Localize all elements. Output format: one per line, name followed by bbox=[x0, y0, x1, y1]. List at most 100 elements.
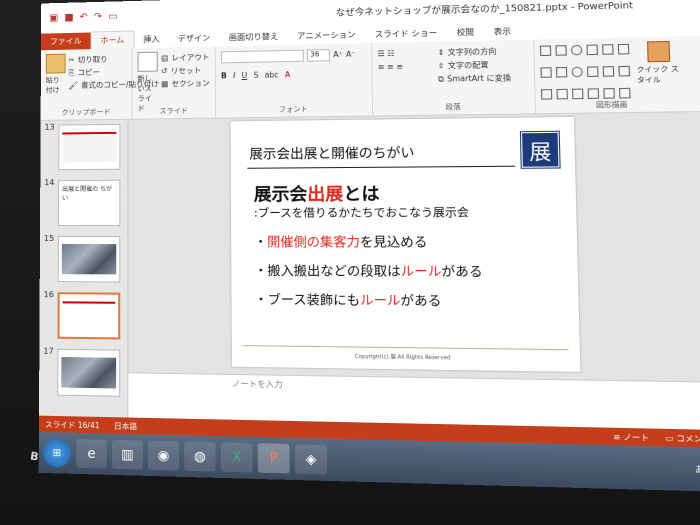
start-from-beginning-icon[interactable]: ▭ bbox=[108, 11, 117, 22]
bullet-item[interactable]: ・搬入搬出などの段取はルールがある bbox=[254, 260, 483, 281]
grow-font-icon[interactable]: A⁺ bbox=[333, 50, 343, 59]
font-size-input[interactable]: 36 bbox=[306, 48, 331, 62]
app-icon[interactable]: ◈ bbox=[294, 444, 328, 475]
paste-button[interactable]: 貼り付け bbox=[45, 53, 66, 116]
new-slide-button[interactable]: 新しいスライド bbox=[137, 51, 159, 115]
ie-icon[interactable]: e bbox=[76, 438, 107, 469]
exhibition-logo: 展 bbox=[519, 130, 561, 169]
scissors-icon: ✂ bbox=[68, 55, 75, 65]
font-color-icon[interactable]: A bbox=[285, 70, 290, 79]
drawing-group-label: 図形描画 bbox=[595, 100, 628, 110]
photo-image bbox=[61, 356, 117, 389]
slide-thumbnail-16[interactable] bbox=[57, 292, 121, 340]
new-slide-icon bbox=[137, 51, 158, 72]
align-icon[interactable]: ≡ ≡ ≡ bbox=[378, 59, 432, 73]
tab-home[interactable]: ホーム bbox=[90, 30, 135, 50]
comment-icon: ▭ bbox=[665, 432, 677, 443]
notes-placeholder: ノートを入力 bbox=[231, 379, 283, 390]
save-icon[interactable]: ■ bbox=[64, 12, 73, 23]
paragraph-group-label: 段落 bbox=[445, 102, 461, 112]
layout-icon: ▤ bbox=[161, 53, 169, 63]
notes-icon: ≡ bbox=[613, 431, 624, 442]
thumbnail-row[interactable]: 17 bbox=[43, 347, 124, 397]
slides-group-label: スライド bbox=[159, 106, 188, 116]
chrome-icon[interactable]: ◉ bbox=[147, 440, 180, 471]
clipboard-group: 貼り付け ✂ 切り取り ⎘ コピー 🖌 書式のコピー/貼り付け クリップボード bbox=[40, 48, 159, 120]
tab-review[interactable]: 校閲 bbox=[447, 23, 484, 41]
slide-subline[interactable]: :ブースを借りるかたちでおこなう展示会 bbox=[254, 204, 469, 221]
strikethrough-icon[interactable]: abc bbox=[265, 70, 279, 79]
section-button[interactable]: ▦ セクション bbox=[161, 77, 210, 91]
window-title: なぜ今ネットショップが展示会なのか_150821.pptx - PowerPoi… bbox=[335, 0, 634, 19]
undo-icon[interactable]: ↶ bbox=[80, 11, 88, 22]
slides-group: 新しいスライド ▤ レイアウト ↺ リセット ▦ セクション スライド bbox=[132, 46, 217, 119]
font-name-input[interactable] bbox=[220, 49, 304, 63]
copy-icon: ⎘ bbox=[68, 67, 75, 77]
slide-counter: スライド 16/41 bbox=[44, 419, 100, 430]
brush-icon: 🖌 bbox=[68, 80, 78, 90]
layout-button[interactable]: ▤ レイアウト bbox=[161, 51, 209, 65]
slide-heading[interactable]: 展示会出展とは bbox=[254, 179, 380, 205]
photo-image bbox=[61, 244, 117, 275]
slide-editor: 展示会出展と開催のちがい 展 展示会出展とは :ブースを借りるかたちでおこなう展… bbox=[128, 111, 700, 449]
explorer-icon[interactable]: ▥ bbox=[111, 439, 143, 470]
excel-icon[interactable]: X bbox=[220, 442, 253, 473]
comments-button[interactable]: ▭ コメント bbox=[665, 432, 700, 445]
powerpoint-taskbar-icon[interactable]: P bbox=[257, 443, 290, 474]
current-slide[interactable]: 展示会出展と開催のちがい 展 展示会出展とは :ブースを借りるかたちでおこなう展… bbox=[230, 116, 581, 372]
reset-icon: ↺ bbox=[161, 66, 168, 76]
slide-footer: Copyright(c) 展 All Rights Reserved bbox=[355, 353, 451, 362]
reset-button[interactable]: ↺ リセット bbox=[161, 64, 210, 78]
notes-button[interactable]: ≡ ノート bbox=[613, 430, 649, 443]
shadow-icon[interactable]: S bbox=[253, 71, 258, 80]
underline-icon[interactable]: U bbox=[242, 71, 248, 80]
slide-thumbnails-pane[interactable]: 13 14 出展と開催の ちがい 15 16 17 bbox=[38, 119, 129, 435]
section-icon: ▦ bbox=[161, 79, 169, 89]
tab-design[interactable]: デザイン bbox=[169, 29, 220, 47]
smartart-button[interactable]: ⧉ SmartArt に変換 bbox=[438, 71, 511, 86]
smartart-icon: ⧉ bbox=[437, 73, 444, 84]
slide-thumbnail-15[interactable] bbox=[57, 236, 121, 283]
text-direction-button[interactable]: ⇕ 文字列の方向 bbox=[437, 44, 510, 59]
slide-thumbnail-17[interactable] bbox=[57, 348, 121, 397]
quick-styles-icon bbox=[646, 40, 671, 63]
ime-icon[interactable]: あ bbox=[695, 463, 700, 475]
tab-transitions[interactable]: 画面切り替え bbox=[219, 28, 287, 47]
font-group: 36 A⁺ A⁻ B I U S abc A フォント bbox=[215, 43, 374, 118]
main-area: 13 14 出展と開催の ちがい 15 16 17 展示会出展と開催のちがい 展… bbox=[38, 111, 700, 449]
bold-icon[interactable]: B bbox=[221, 71, 227, 80]
paragraph-group: ☰ ☷ ≡ ≡ ≡ ⇕ 文字列の方向 ⇳ 文字の配置 ⧉ SmartArt に変換 段… bbox=[372, 39, 537, 116]
thumbnail-row[interactable]: 13 bbox=[45, 122, 125, 171]
paste-icon bbox=[45, 53, 66, 74]
align-text-button[interactable]: ⇳ 文字の配置 bbox=[438, 58, 511, 73]
slide-thumbnail-14[interactable]: 出展と開催の ちがい bbox=[57, 179, 121, 226]
footer-line bbox=[242, 345, 569, 351]
windows-logo-icon: ⊞ bbox=[52, 447, 62, 459]
align-text-icon: ⇳ bbox=[437, 61, 445, 71]
tab-view[interactable]: 表示 bbox=[484, 22, 522, 40]
text-direction-icon: ⇕ bbox=[437, 47, 445, 58]
tab-file[interactable]: ファイル bbox=[41, 32, 91, 51]
thumbnail-row[interactable]: 16 bbox=[44, 290, 125, 340]
firefox-icon[interactable]: ◍ bbox=[184, 441, 216, 472]
slide-thumbnail-13[interactable] bbox=[58, 123, 121, 171]
slide-title[interactable]: 展示会出展と開催のちがい bbox=[249, 142, 414, 163]
tab-slideshow[interactable]: スライド ショー bbox=[365, 24, 447, 43]
system-tray: あ ? ▮ ◀ bbox=[695, 463, 700, 477]
redo-icon[interactable]: ↷ bbox=[94, 11, 102, 22]
tab-animations[interactable]: アニメーション bbox=[288, 26, 366, 45]
tab-insert[interactable]: 挿入 bbox=[134, 31, 168, 49]
title-underline bbox=[247, 165, 516, 169]
screen: ▣ ■ ↶ ↷ ▭ なぜ今ネットショップが展示会なのか_150821.pptx … bbox=[38, 0, 700, 493]
bullet-item[interactable]: ・開催側の集客力を見込める bbox=[254, 231, 427, 251]
language-indicator[interactable]: 日本語 bbox=[114, 420, 137, 432]
clipboard-group-label: クリップボード bbox=[61, 108, 111, 117]
thumbnail-row[interactable]: 14 出展と開催の ちがい bbox=[44, 178, 124, 226]
italic-icon[interactable]: I bbox=[233, 71, 235, 80]
bullets-icon[interactable]: ☰ ☷ bbox=[378, 46, 432, 60]
quick-styles-button[interactable]: クイック スタイル bbox=[636, 40, 683, 108]
start-button[interactable]: ⊞ bbox=[42, 438, 72, 468]
bullet-item[interactable]: ・ブース装飾にもルールがある bbox=[254, 288, 441, 309]
shrink-font-icon[interactable]: A⁻ bbox=[346, 50, 356, 59]
drawing-group: クイック スタイル 図形描画 bbox=[534, 36, 689, 113]
